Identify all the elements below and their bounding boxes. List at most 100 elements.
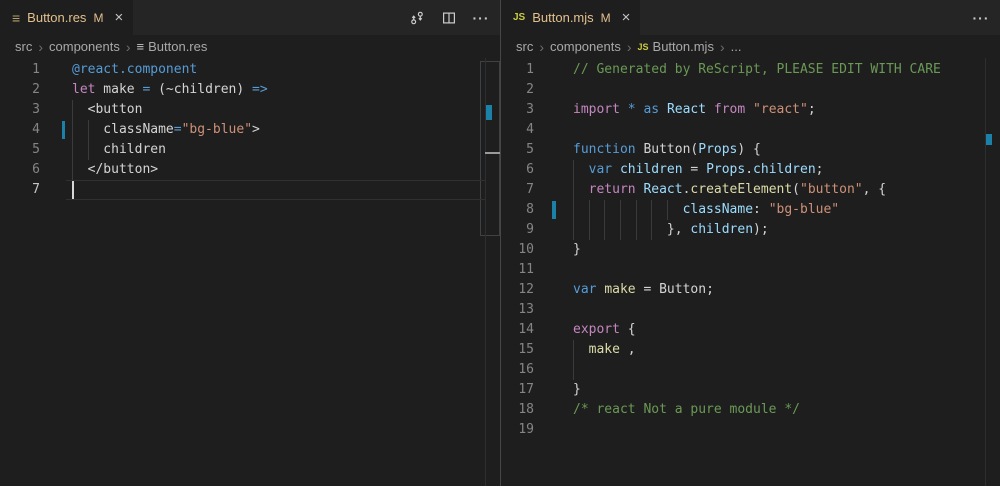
- line-number[interactable]: 12: [501, 280, 534, 300]
- code-line[interactable]: 15 make ,: [501, 340, 1000, 360]
- line-number[interactable]: 1: [0, 60, 40, 80]
- current-line-highlight: [66, 180, 486, 200]
- tab-bar-right: JS Button.mjs M × ···: [501, 0, 1000, 35]
- close-icon[interactable]: ×: [622, 10, 631, 25]
- git-modified-gutter-marker[interactable]: [62, 121, 65, 139]
- code-line[interactable]: 6 </button>: [0, 160, 500, 180]
- code-line[interactable]: 10}: [501, 240, 1000, 260]
- line-number[interactable]: 15: [501, 340, 534, 360]
- code-line[interactable]: 3 <button: [0, 100, 500, 120]
- js-file-icon: JS: [638, 42, 649, 52]
- indent-guide: [604, 200, 605, 240]
- code-line[interactable]: 4 className="bg-blue">: [0, 120, 500, 140]
- code-lines[interactable]: 1@react.component2 let make = (~children)…: [0, 58, 500, 486]
- more-actions-icon[interactable]: ···: [472, 9, 490, 27]
- code-line[interactable]: 8 className: "bg-blue": [501, 200, 1000, 220]
- code-line[interactable]: 6 var children = Props.children;: [501, 160, 1000, 180]
- tab-button-mjs[interactable]: JS Button.mjs M ×: [501, 0, 640, 35]
- tab-label: Button.res: [27, 10, 86, 25]
- breadcrumb-item-components[interactable]: components: [550, 39, 621, 54]
- breadcrumb: src › components › ≡ Button.res: [0, 35, 500, 58]
- indent-guide: [651, 200, 652, 240]
- code-line[interactable]: 19: [501, 420, 1000, 440]
- line-number[interactable]: 17: [501, 380, 534, 400]
- open-changes-icon[interactable]: [408, 9, 426, 27]
- breadcrumb-item-src[interactable]: src: [516, 39, 533, 54]
- line-number[interactable]: 18: [501, 400, 534, 420]
- breadcrumb-item-file[interactable]: Button.mjs: [653, 39, 714, 54]
- line-number[interactable]: 10: [501, 240, 534, 260]
- code-line[interactable]: 13: [501, 300, 1000, 320]
- breadcrumb-item-symbol-ellipsis[interactable]: ...: [731, 39, 742, 54]
- line-number[interactable]: 5: [501, 140, 534, 160]
- indent-guide: [620, 200, 621, 240]
- line-number[interactable]: 6: [501, 160, 534, 180]
- line-number[interactable]: 9: [501, 220, 534, 240]
- line-number[interactable]: 3: [0, 100, 40, 120]
- line-number[interactable]: 19: [501, 420, 534, 440]
- js-file-icon: JS: [513, 12, 525, 23]
- breadcrumb-item-components[interactable]: components: [49, 39, 120, 54]
- code-line[interactable]: 2 let make = (~children) =>: [0, 80, 500, 100]
- close-icon[interactable]: ×: [114, 10, 123, 25]
- line-number[interactable]: 6: [0, 160, 40, 180]
- code-line[interactable]: 2: [501, 80, 1000, 100]
- code-line[interactable]: 12var make = Button;: [501, 280, 1000, 300]
- code-line[interactable]: 3import * as React from "react";: [501, 100, 1000, 120]
- vertical-scrollbar[interactable]: [480, 61, 500, 236]
- code-line[interactable]: 9 }, children);: [501, 220, 1000, 240]
- chevron-right-icon: ›: [625, 39, 634, 55]
- code-text: children: [72, 140, 166, 160]
- code-text: <button: [72, 100, 142, 120]
- line-number[interactable]: 1: [501, 60, 534, 80]
- code-text: className="bg-blue">: [72, 120, 260, 140]
- res-file-icon: ≡: [12, 11, 20, 25]
- code-text: function Button(Props) {: [573, 140, 761, 160]
- code-line[interactable]: 18/* react Not a pure module */: [501, 400, 1000, 420]
- code-line[interactable]: 1// Generated by ReScript, PLEASE EDIT W…: [501, 60, 1000, 80]
- breadcrumb-item-file[interactable]: Button.res: [148, 39, 207, 54]
- code-text: let make = (~children) =>: [72, 80, 268, 100]
- code-editor-res[interactable]: 1@react.component2 let make = (~children)…: [0, 58, 500, 486]
- line-number[interactable]: 11: [501, 260, 534, 280]
- code-line[interactable]: 16: [501, 360, 1000, 380]
- indent-guide: [72, 100, 73, 180]
- line-number[interactable]: 4: [0, 120, 40, 140]
- breadcrumb-item-src[interactable]: src: [15, 39, 32, 54]
- line-number[interactable]: 2: [501, 80, 534, 100]
- code-line[interactable]: 1@react.component: [0, 60, 500, 80]
- tab-button-res[interactable]: ≡ Button.res M ×: [0, 0, 133, 35]
- code-line[interactable]: 14 export {: [501, 320, 1000, 340]
- line-number[interactable]: 7: [501, 180, 534, 200]
- code-line[interactable]: 17}: [501, 380, 1000, 400]
- line-number[interactable]: 5: [0, 140, 40, 160]
- code-line[interactable]: 4: [501, 120, 1000, 140]
- code-text: </button>: [72, 160, 158, 180]
- code-text: export {: [573, 320, 636, 340]
- code-line[interactable]: 5 children: [0, 140, 500, 160]
- line-number[interactable]: 8: [501, 200, 534, 220]
- overview-modified-marker: [486, 105, 492, 121]
- code-line[interactable]: 5 function Button(Props) {: [501, 140, 1000, 160]
- line-number[interactable]: 16: [501, 360, 534, 380]
- tab-bar-left: ≡ Button.res M × ···: [0, 0, 500, 35]
- chevron-right-icon: ›: [537, 39, 546, 55]
- line-number[interactable]: 13: [501, 300, 534, 320]
- split-editor-icon[interactable]: [440, 9, 458, 27]
- more-actions-icon[interactable]: ···: [972, 9, 990, 27]
- line-number[interactable]: 14: [501, 320, 534, 340]
- code-text: }: [573, 380, 581, 400]
- code-lines[interactable]: 1// Generated by ReScript, PLEASE EDIT W…: [501, 58, 1000, 486]
- code-line[interactable]: 11: [501, 260, 1000, 280]
- chevron-right-icon: ›: [36, 39, 45, 55]
- line-number[interactable]: 4: [501, 120, 534, 140]
- indent-guide: [589, 200, 590, 240]
- text-cursor: [72, 181, 74, 199]
- git-modified-gutter-marker[interactable]: [552, 201, 556, 219]
- line-number[interactable]: 2: [0, 80, 40, 100]
- line-number[interactable]: 3: [501, 100, 534, 120]
- line-number[interactable]: 7: [0, 180, 40, 200]
- overview-cursor-marker: [485, 152, 500, 154]
- code-editor-mjs[interactable]: 1// Generated by ReScript, PLEASE EDIT W…: [501, 58, 1000, 486]
- code-line[interactable]: 7 return React.createElement("button", {: [501, 180, 1000, 200]
